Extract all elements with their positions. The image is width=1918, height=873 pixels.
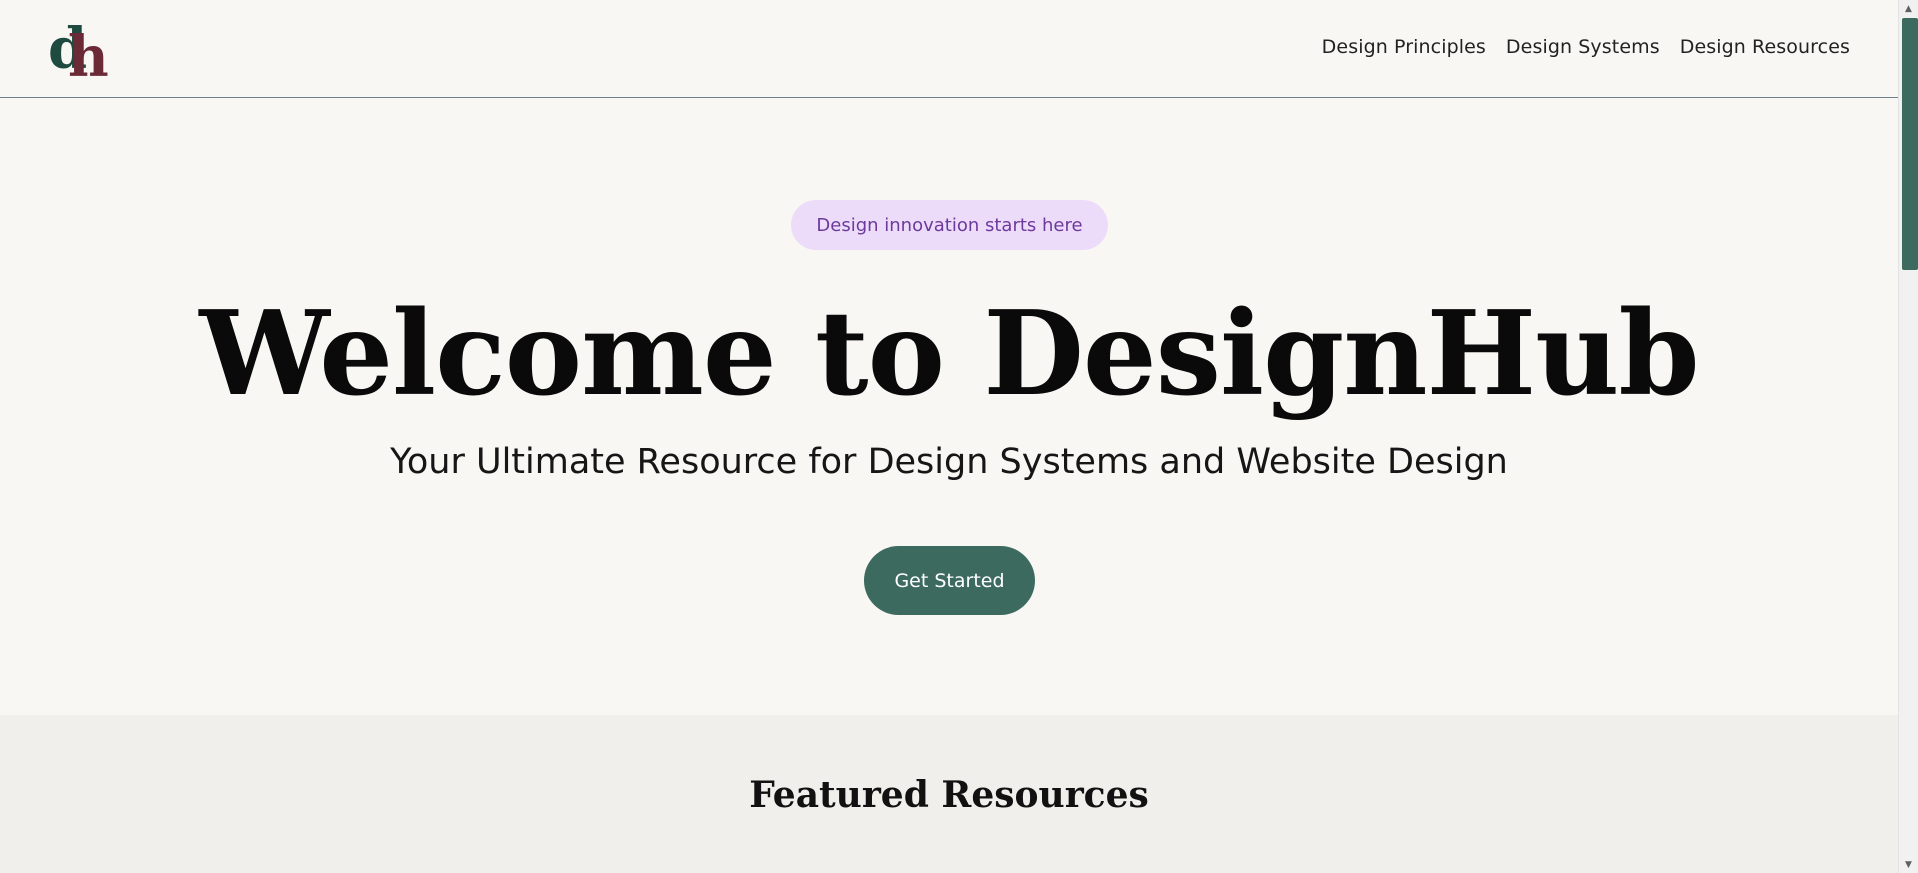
site-header: d h Design Principles Design Systems Des…: [0, 0, 1898, 98]
dh-logo-icon: d h: [48, 18, 109, 80]
scrollbar-thumb[interactable]: [1902, 18, 1918, 270]
svg-text:h: h: [68, 24, 109, 80]
nav-design-resources[interactable]: Design Resources: [1680, 36, 1850, 58]
nav-design-principles[interactable]: Design Principles: [1322, 36, 1486, 58]
vertical-scrollbar[interactable]: ▲ ▼: [1898, 0, 1918, 873]
main-nav: Design Principles Design Systems Design …: [1322, 36, 1850, 58]
nav-design-systems[interactable]: Design Systems: [1506, 36, 1660, 58]
get-started-button[interactable]: Get Started: [864, 546, 1035, 615]
triangle-down-icon[interactable]: ▼: [1899, 856, 1918, 873]
dh-logo-link[interactable]: d h: [48, 18, 112, 80]
featured-resources-section: Featured Resources: [0, 715, 1898, 873]
hero-section: Design innovation starts here Welcome to…: [0, 98, 1898, 715]
hero-subtitle: Your Ultimate Resource for Design System…: [390, 442, 1508, 482]
hero-title: Welcome to DesignHub: [199, 286, 1699, 422]
featured-resources-title: Featured Resources: [749, 774, 1149, 816]
page: d h Design Principles Design Systems Des…: [0, 0, 1898, 873]
triangle-up-icon[interactable]: ▲: [1899, 0, 1918, 17]
hero-badge: Design innovation starts here: [791, 200, 1108, 250]
